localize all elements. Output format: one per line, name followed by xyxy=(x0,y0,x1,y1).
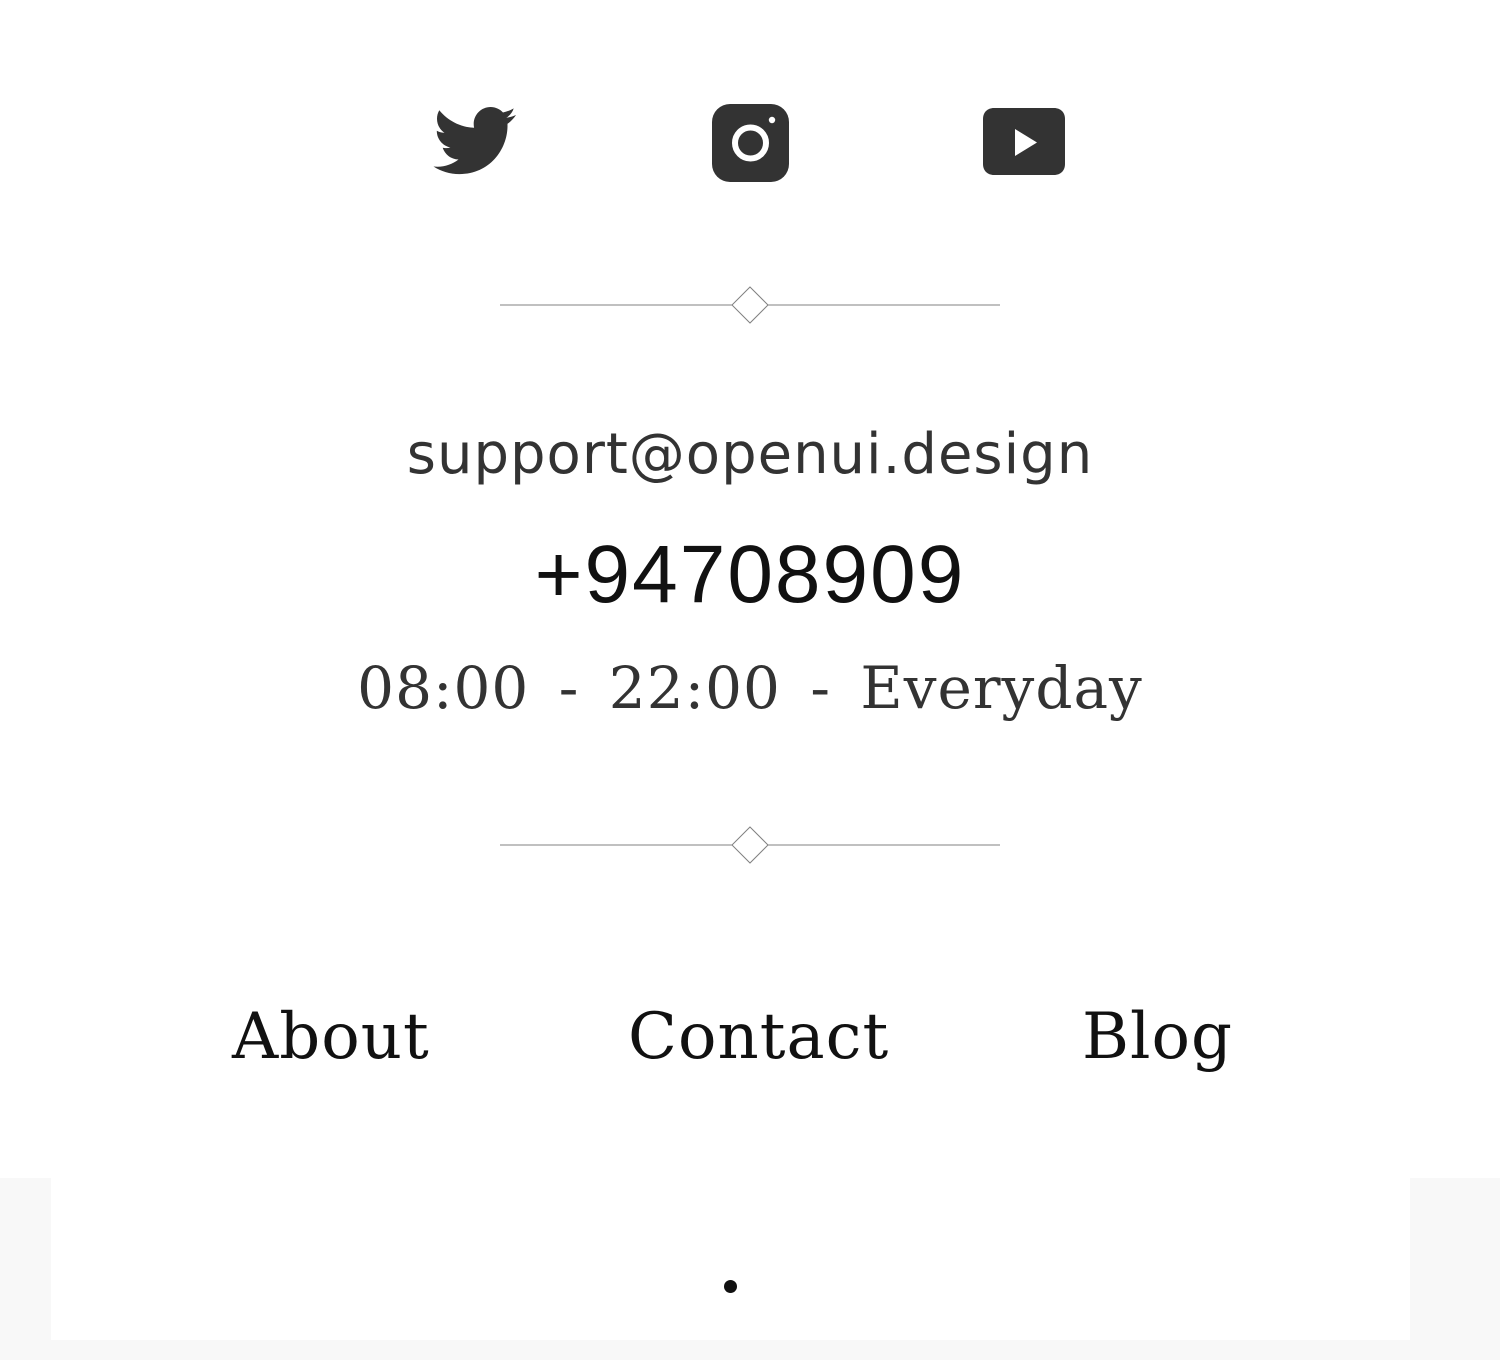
opening-hours: 08:00 - 22:00 - Everyday xyxy=(357,654,1143,722)
pagination-dot-active[interactable] xyxy=(724,1280,737,1293)
footer-page: support@openui.design +94708909 08:00 - … xyxy=(0,0,1500,1360)
ornament-divider xyxy=(500,826,1000,864)
nav-link-about[interactable]: About xyxy=(232,1000,430,1074)
nav-link-contact[interactable]: Contact xyxy=(628,1000,889,1074)
support-email[interactable]: support@openui.design xyxy=(0,422,1500,487)
nav-link-blog[interactable]: Blog xyxy=(1082,1000,1233,1074)
instagram-icon xyxy=(712,104,789,182)
instagram-link[interactable] xyxy=(706,104,796,184)
ornament-divider xyxy=(500,286,1000,324)
support-phone[interactable]: +94708909 xyxy=(0,528,1500,622)
twitter-icon xyxy=(433,107,516,175)
youtube-icon xyxy=(983,108,1065,175)
bottom-panel xyxy=(51,1178,1410,1340)
twitter-link[interactable] xyxy=(430,104,520,184)
youtube-link[interactable] xyxy=(980,104,1070,184)
